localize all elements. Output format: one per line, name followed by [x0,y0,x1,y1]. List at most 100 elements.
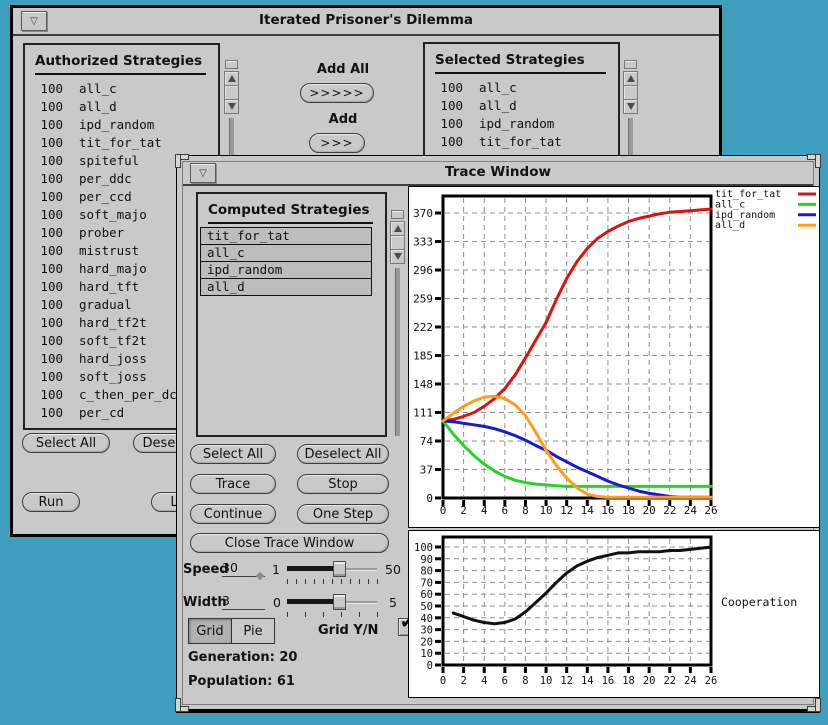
y-tick [435,640,441,643]
scrollbar-top-anchor[interactable] [225,60,238,69]
strategy-count: 100 [25,225,63,240]
strategy-count: 100 [25,405,63,420]
x-tick-label: 12 [560,675,573,687]
speed-field[interactable]: 30 [222,560,265,577]
scroll-down-button[interactable] [224,99,239,114]
strategy-name: soft_tf2t [79,333,147,348]
window-menu-icon: ▽ [199,168,207,179]
y-tick [435,497,441,500]
y-tick [435,383,441,386]
computed-strategies-heading: Computed Strategies [208,202,373,224]
add-all-button[interactable]: >>>>> [300,83,374,103]
scrollbar-top-anchor[interactable] [391,210,404,219]
trace-deselect-all-button[interactable]: Deselect All [297,444,389,464]
stop-button[interactable]: Stop [297,474,389,494]
trace-select-all-button[interactable]: Select All [190,444,276,464]
strategy-row[interactable]: 100all_d [425,96,618,114]
trace-window-menu-button[interactable]: ▽ [190,163,216,183]
strategy-count: 100 [25,333,63,348]
scrollbar-drag-box[interactable] [390,235,405,250]
continue-button[interactable]: Continue [190,504,276,524]
y-tick-label: 0 [427,660,433,672]
text-caret-icon [256,572,264,580]
x-tick-label: 14 [581,675,594,687]
one-step-button[interactable]: One Step [297,504,389,524]
scrollbar-elevator[interactable] [623,72,638,114]
y-tick-label: 30 [420,625,433,637]
scrollbar-drag-box[interactable] [623,85,638,100]
scrollbar-drag-box[interactable] [224,85,239,100]
run-button[interactable]: Run [22,492,80,512]
computed-strategy-item[interactable]: all_c [200,244,372,262]
legend-label: ipd_random [715,210,775,221]
close-trace-window-button[interactable]: Close Trace Window [190,533,389,553]
y-tick [435,297,441,300]
strategy-row[interactable]: 100all_c [25,79,218,97]
strategy-name: prober [79,225,124,240]
trace-window-titlebar[interactable]: Trace Window [183,162,813,186]
resize-corner[interactable] [807,154,821,168]
main-select-all-button[interactable]: Select All [22,433,110,453]
y-tick-label: 74 [420,435,434,448]
main-window-titlebar[interactable]: Iterated Prisoner's Dilemma [13,8,719,36]
x-tick-label: 8 [522,504,529,517]
speed-slider-thumb[interactable] [333,561,346,577]
slider-ticks [287,579,378,584]
x-tick [689,667,692,673]
legend-label: all_d [715,220,745,231]
strategy-row[interactable]: 100all_d [25,97,218,115]
plot-frame [443,537,711,665]
strategy-row[interactable]: 100tit_for_tat [425,132,618,150]
slider-track-filled[interactable] [287,599,337,604]
width-slider[interactable] [287,594,377,610]
width-slider-thumb[interactable] [333,594,346,610]
width-min-label: 0 [273,595,281,610]
scrollbar-elevator[interactable] [224,72,239,114]
population-trace-svg: 0377411114818522225929633337002468101214… [409,187,819,527]
width-field[interactable]: 3 [222,593,265,610]
scrollbar-top-anchor[interactable] [624,60,637,69]
strategy-name: all_c [79,81,117,96]
trace-button[interactable]: Trace [190,474,276,494]
main-window-menu-button[interactable]: ▽ [21,11,47,31]
strategy-row[interactable]: 100ipd_random [425,114,618,132]
scroll-up-button[interactable] [390,221,405,236]
strategy-name: tit_for_tat [479,134,562,149]
add-button[interactable]: >>> [309,133,365,153]
y-tick-label: 70 [420,577,433,589]
population-value: 61 [277,674,295,689]
strategy-row[interactable]: 100ipd_random [25,115,218,133]
y-tick [435,440,441,443]
scroll-down-button[interactable] [390,249,405,264]
strategy-row[interactable]: 100all_c [425,78,618,96]
computed-strategy-item[interactable]: all_d [200,278,372,296]
strategy-name: hard_joss [79,351,147,366]
arrow-down-icon [228,103,236,110]
computed-strategy-item[interactable]: tit_for_tat [200,227,372,245]
scrollbar-cable[interactable] [395,268,400,436]
speed-slider[interactable] [287,561,377,577]
view-toggle: Grid Pie [188,618,275,644]
computed-strategies-list: tit_for_tatall_cipd_randomall_d [200,228,372,296]
strategy-count: 100 [425,116,463,131]
strategy-count: 100 [25,189,63,204]
scroll-up-button[interactable] [623,71,638,86]
slider-track-filled[interactable] [287,566,336,571]
pie-view-button[interactable]: Pie [231,619,274,643]
speed-max-label: 50 [385,562,401,577]
x-tick [710,667,713,673]
resize-corner[interactable] [807,698,821,712]
strategy-row[interactable]: 100tit_for_tat [25,133,218,151]
scroll-up-button[interactable] [224,71,239,86]
computed-scrollbar[interactable] [390,210,405,436]
grid-view-button[interactable]: Grid [189,619,231,643]
selected-strategies-heading: Selected Strategies [435,52,606,74]
resize-corner[interactable] [175,698,189,712]
strategy-count: 100 [25,171,63,186]
computed-strategy-item[interactable]: ipd_random [200,261,372,279]
y-tick-label: 333 [413,236,433,249]
x-tick-label: 0 [440,675,446,687]
scroll-down-button[interactable] [623,99,638,114]
resize-corner[interactable] [175,154,189,168]
scrollbar-elevator[interactable] [390,222,405,264]
